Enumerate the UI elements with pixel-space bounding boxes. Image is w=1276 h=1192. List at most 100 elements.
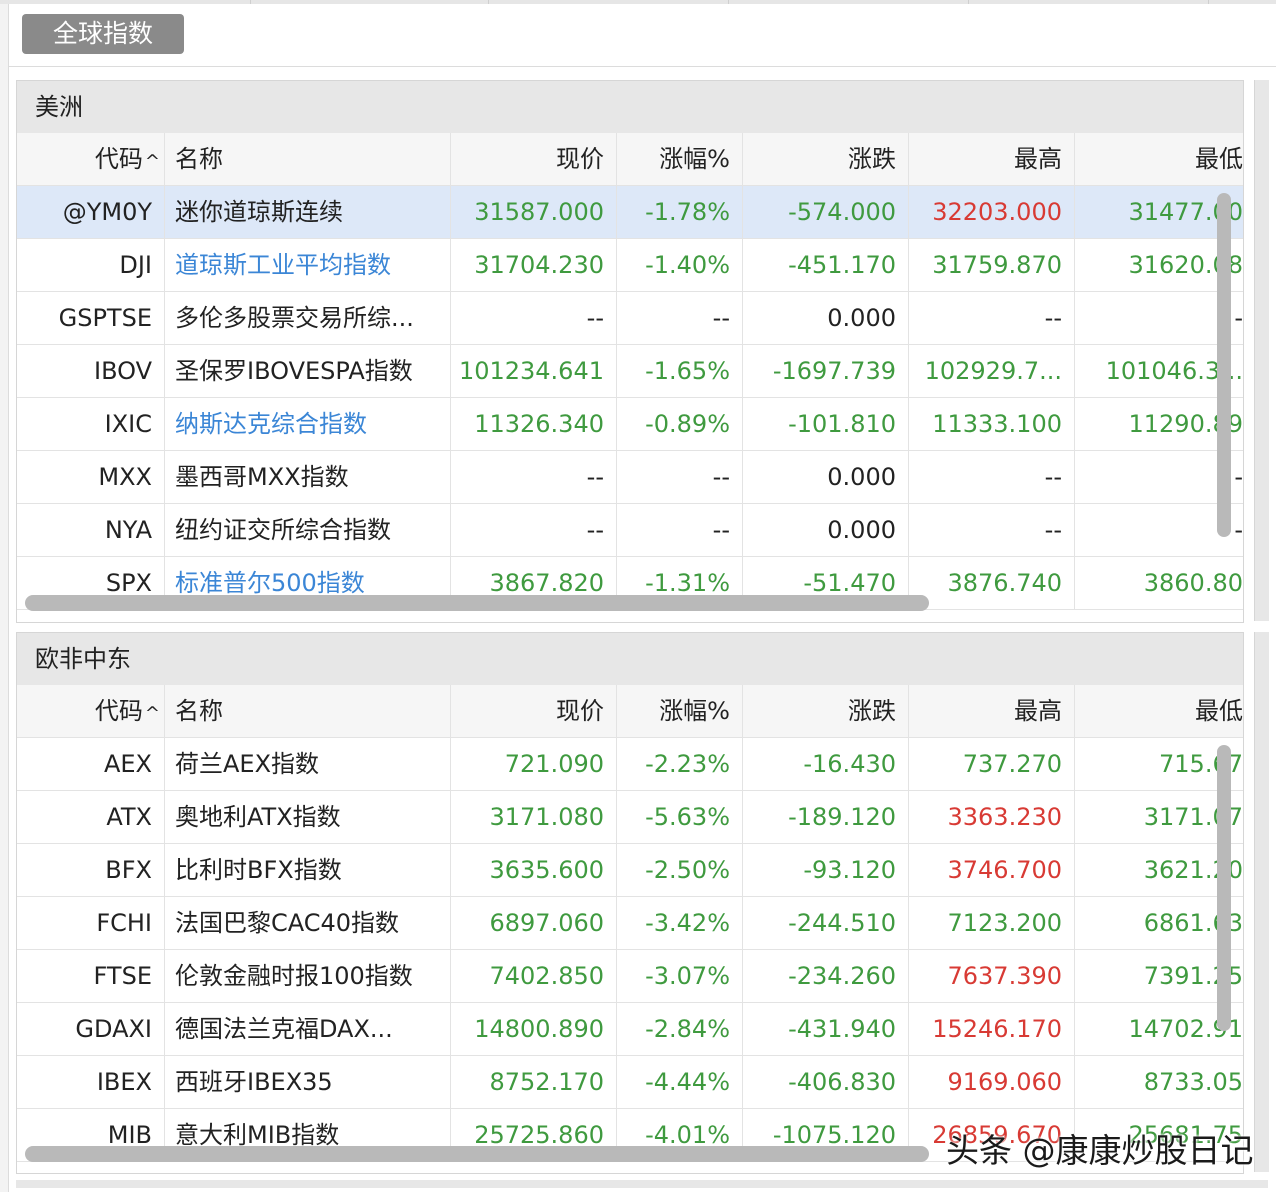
high-cell: 3363.230 bbox=[909, 791, 1075, 843]
price-cell: -- bbox=[451, 504, 617, 556]
watermark: 头条 @康康炒股日记 bbox=[946, 1131, 1254, 1170]
high-cell: 9169.060 bbox=[909, 1056, 1075, 1108]
col-header-price[interactable]: 现价 bbox=[451, 133, 617, 185]
price-cell: 11326.340 bbox=[451, 398, 617, 450]
high-cell: -- bbox=[909, 292, 1075, 344]
col-header-price[interactable]: 现价 bbox=[451, 685, 617, 737]
col-header-low[interactable]: 最低 bbox=[1075, 685, 1243, 737]
col-header-code[interactable]: 代码 ^ bbox=[17, 685, 165, 737]
panel-emea: 欧非中东 代码 ^ 名称 现价 涨幅% 涨跌 最高 最低 AEX 荷兰AEX指数 721.090 -2… bbox=[16, 632, 1244, 1174]
next-panel-edge bbox=[16, 1180, 1268, 1188]
high-cell: -- bbox=[909, 451, 1075, 503]
pct-change-cell: -4.44% bbox=[617, 1056, 743, 1108]
code-cell: FTSE bbox=[17, 950, 165, 1002]
code-cell: @YM0Y bbox=[17, 186, 165, 238]
change-cell: -406.830 bbox=[743, 1056, 909, 1108]
low-cell: 3860.80 bbox=[1143, 569, 1243, 597]
col-header-code[interactable]: 代码 ^ bbox=[17, 133, 165, 185]
high-cell: 3746.700 bbox=[909, 844, 1075, 896]
col-header-low[interactable]: 最低 bbox=[1075, 133, 1243, 185]
col-header-high[interactable]: 最高 bbox=[909, 133, 1075, 185]
column-label: 现价 bbox=[556, 697, 604, 725]
pct-change-cell: -3.42% bbox=[617, 897, 743, 949]
price-cell: 14800.890 bbox=[451, 1003, 617, 1055]
price-cell: 721.090 bbox=[451, 738, 617, 790]
pct-change-cell: -1.65% bbox=[617, 345, 743, 397]
quote-table: 代码 ^ 名称 现价 涨幅% 涨跌 最高 最低 AEX 荷兰AEX指数 721.090 -2.23% -… bbox=[17, 685, 1243, 1162]
column-label: 最低 bbox=[1195, 145, 1243, 173]
horizontal-scrollbar[interactable] bbox=[25, 595, 929, 611]
panel-title: 欧非中东 bbox=[17, 633, 1243, 685]
name-cell: 多伦多股票交易所综... bbox=[165, 292, 451, 344]
code-cell: FCHI bbox=[17, 897, 165, 949]
high-cell: 3876.740 bbox=[909, 557, 1075, 609]
name-cell: 纽约证交所综合指数 bbox=[165, 504, 451, 556]
change-cell: -431.940 bbox=[743, 1003, 909, 1055]
table-row[interactable]: FTSE 伦敦金融时报100指数 7402.850 -3.07% -234.260 763… bbox=[17, 950, 1243, 1003]
table-row[interactable]: ATX 奥地利ATX指数 3171.080 -5.63% -189.120 3363.23… bbox=[17, 791, 1243, 844]
column-label: 最高 bbox=[1014, 145, 1062, 173]
low-cell: 8733.05 bbox=[1143, 1068, 1243, 1096]
tab-global-index[interactable]: 全球指数 bbox=[22, 14, 184, 54]
table-row[interactable]: MXX 墨西哥MXX指数 -- -- 0.000 -- - bbox=[17, 451, 1243, 504]
change-cell: -234.260 bbox=[743, 950, 909, 1002]
high-cell: 737.270 bbox=[909, 738, 1075, 790]
column-label: 最高 bbox=[1014, 697, 1062, 725]
table-row[interactable]: BFX 比利时BFX指数 3635.600 -2.50% -93.120 3746.700… bbox=[17, 844, 1243, 897]
code-cell: DJI bbox=[17, 239, 165, 291]
name-cell: 纳斯达克综合指数 bbox=[165, 398, 451, 450]
price-cell: 8752.170 bbox=[451, 1056, 617, 1108]
table-row[interactable]: AEX 荷兰AEX指数 721.090 -2.23% -16.430 737.270 715… bbox=[17, 738, 1243, 791]
col-header-change[interactable]: 涨跌 bbox=[743, 685, 909, 737]
price-cell: 31704.230 bbox=[451, 239, 617, 291]
table-row[interactable]: FCHI 法国巴黎CAC40指数 6897.060 -3.42% -244.510 712… bbox=[17, 897, 1243, 950]
price-cell: -- bbox=[451, 451, 617, 503]
vertical-scrollbar[interactable] bbox=[1217, 193, 1231, 537]
table-row[interactable]: NYA 纽约证交所综合指数 -- -- 0.000 -- - bbox=[17, 504, 1243, 557]
table-row[interactable]: GSPTSE 多伦多股票交易所综... -- -- 0.000 -- - bbox=[17, 292, 1243, 345]
table-row[interactable]: IXIC 纳斯达克综合指数 11326.340 -0.89% -101.810 11333… bbox=[17, 398, 1243, 451]
column-label: 代码 bbox=[94, 145, 143, 173]
name-cell: 圣保罗IBOVESPA指数 bbox=[165, 345, 451, 397]
high-cell: 7637.390 bbox=[909, 950, 1075, 1002]
pct-change-cell: -1.78% bbox=[617, 186, 743, 238]
code-cell: AEX bbox=[17, 738, 165, 790]
code-cell: BFX bbox=[17, 844, 165, 896]
code-cell: IBEX bbox=[17, 1056, 165, 1108]
price-cell: 101234.641 bbox=[451, 345, 617, 397]
price-cell: 7402.850 bbox=[451, 950, 617, 1002]
table-row[interactable]: GDAXI 德国法兰克福DAX... 14800.890 -2.84% -431.940… bbox=[17, 1003, 1243, 1056]
table-header-row: 代码 ^ 名称 现价 涨幅% 涨跌 最高 最低 bbox=[17, 685, 1243, 738]
vertical-scrollbar[interactable] bbox=[1217, 745, 1231, 1031]
col-header-change[interactable]: 涨跌 bbox=[743, 133, 909, 185]
table-row[interactable]: @YM0Y 迷你道琼斯连续 31587.000 -1.78% -574.000 32203… bbox=[17, 186, 1243, 239]
quote-table: 代码 ^ 名称 现价 涨幅% 涨跌 最高 最低 @YM0Y 迷你道琼斯连续 31587.000 -1.… bbox=[17, 133, 1243, 610]
col-header-high[interactable]: 最高 bbox=[909, 685, 1075, 737]
table-row[interactable]: DJI 道琼斯工业平均指数 31704.230 -1.40% -451.170 31759… bbox=[17, 239, 1243, 292]
name-cell: 墨西哥MXX指数 bbox=[165, 451, 451, 503]
pct-change-cell: -1.40% bbox=[617, 239, 743, 291]
name-cell: 西班牙IBEX35 bbox=[165, 1056, 451, 1108]
high-cell: 11333.100 bbox=[909, 398, 1075, 450]
col-header-pct[interactable]: 涨幅% bbox=[617, 133, 743, 185]
change-cell: -101.810 bbox=[743, 398, 909, 450]
change-cell: -93.120 bbox=[743, 844, 909, 896]
adjacent-panel-edge bbox=[1254, 80, 1269, 621]
horizontal-scrollbar[interactable] bbox=[25, 1146, 929, 1162]
sort-ascending-icon: ^ bbox=[144, 703, 160, 724]
high-cell: -- bbox=[909, 504, 1075, 556]
table-row[interactable]: IBOV 圣保罗IBOVESPA指数 101234.641 -1.65% -1697.7… bbox=[17, 345, 1243, 398]
col-header-pct[interactable]: 涨幅% bbox=[617, 685, 743, 737]
price-cell: 3635.600 bbox=[451, 844, 617, 896]
pct-change-cell: -5.63% bbox=[617, 791, 743, 843]
col-header-name[interactable]: 名称 bbox=[165, 685, 451, 737]
change-cell: 0.000 bbox=[743, 451, 909, 503]
price-cell: 3171.080 bbox=[451, 791, 617, 843]
table-row[interactable]: IBEX 西班牙IBEX35 8752.170 -4.44% -406.830 9169.… bbox=[17, 1056, 1243, 1109]
code-cell: NYA bbox=[17, 504, 165, 556]
change-cell: -1697.739 bbox=[743, 345, 909, 397]
code-cell: MXX bbox=[17, 451, 165, 503]
adjacent-panel-edge bbox=[1254, 632, 1269, 1172]
pct-change-cell: -2.50% bbox=[617, 844, 743, 896]
col-header-name[interactable]: 名称 bbox=[165, 133, 451, 185]
